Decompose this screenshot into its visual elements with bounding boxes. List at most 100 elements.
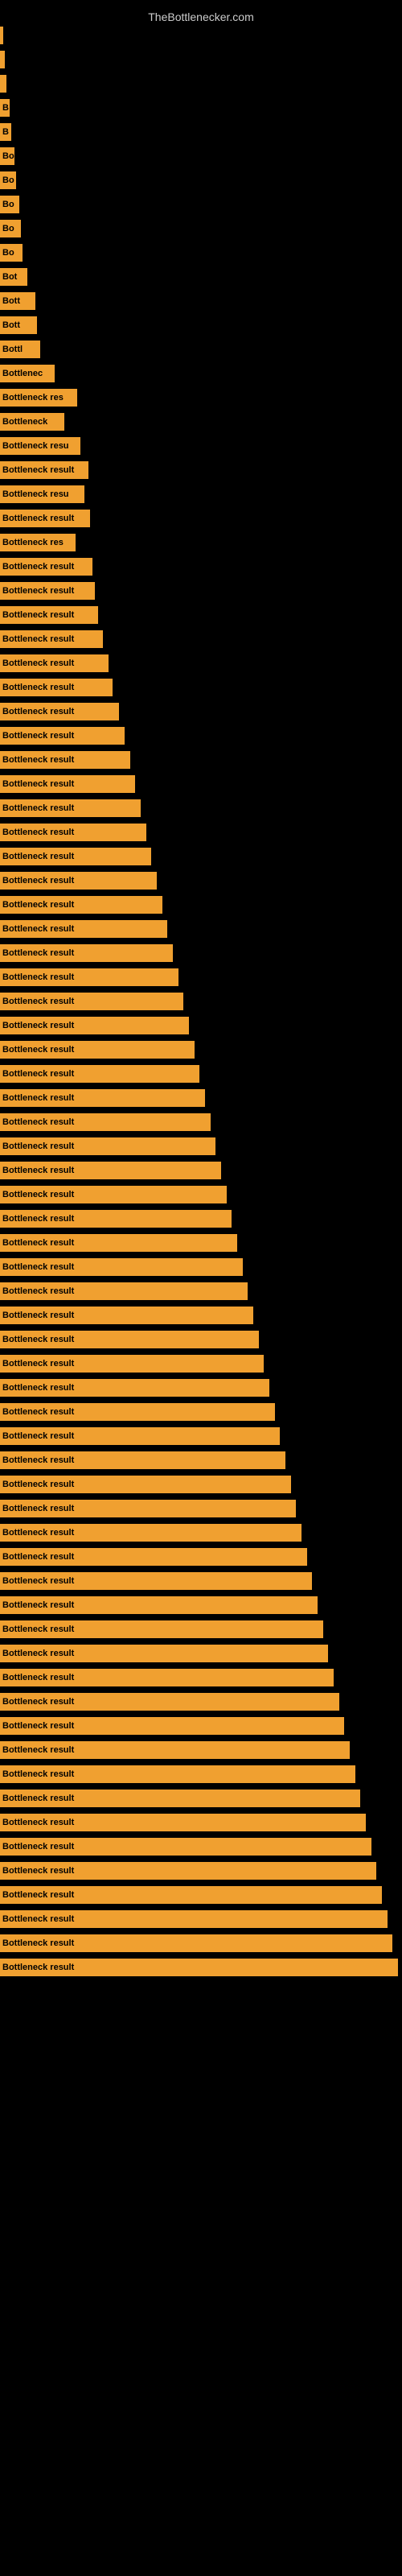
bar-row: Bottleneck result — [0, 1497, 402, 1520]
bar-label: Bottleneck result — [2, 876, 74, 886]
bar-row: Bottleneck result — [0, 1666, 402, 1689]
bar-item: Bottleneck result — [0, 920, 167, 938]
bar-item: Bottleneck result — [0, 510, 90, 527]
bar-item: B — [0, 123, 11, 141]
bar-row: Bottleneck result — [0, 749, 402, 771]
bar-label: Bottleneck result — [2, 1818, 74, 1827]
bar-row: Bottleneck result — [0, 1956, 402, 1979]
bar-label: Bottleneck result — [2, 1721, 74, 1731]
bar-item: Bo — [0, 196, 19, 213]
bar-label: Bottleneck result — [2, 1262, 74, 1272]
bar-row: Bottleneck result — [0, 869, 402, 892]
bar-label: Bottleneck result — [2, 1963, 74, 1972]
bar-item: Bottleneck result — [0, 582, 95, 600]
bar-label: Bottleneck result — [2, 1359, 74, 1368]
bar-row: B — [0, 97, 402, 119]
bar-item: Bottleneck result — [0, 558, 92, 576]
bar-row: Bottleneck result — [0, 966, 402, 989]
bar-item: Bottleneck result — [0, 1934, 392, 1952]
bar-item: Bo — [0, 171, 16, 189]
bar-label: Bottleneck result — [2, 1311, 74, 1320]
bars-container: BBBoBoBoBoBoBotBottBottBottlBottlenecBot… — [0, 24, 402, 1980]
bar-label: Bottleneck result — [2, 1866, 74, 1876]
bar-item: Bottleneck result — [0, 968, 178, 986]
bar-label: Bottleneck result — [2, 1117, 74, 1127]
bar-label: Bottleneck result — [2, 755, 74, 765]
bar-row: Bottleneck result — [0, 1401, 402, 1423]
bar-row: Bottleneck result — [0, 990, 402, 1013]
bar-row: Bottleneck result — [0, 845, 402, 868]
bar-label: Bottleneck result — [2, 1190, 74, 1199]
bar-item: Bottleneck result — [0, 944, 173, 962]
bar-row: Bottleneck result — [0, 1811, 402, 1834]
bar-label: Bottleneck result — [2, 1069, 74, 1079]
bar-label: Bottleneck result — [2, 683, 74, 692]
bar-label: Bottleneck result — [2, 1383, 74, 1393]
bar-label: Bottleneck result — [2, 731, 74, 741]
bar-label: Bottleneck result — [2, 779, 74, 789]
bar-item: Bottleneck result — [0, 1137, 215, 1155]
bar-item: Bottleneck result — [0, 1741, 350, 1759]
bar-item: Bottleneck result — [0, 1451, 285, 1469]
bar-item: Bottleneck result — [0, 703, 119, 720]
bar-label: Bottleneck result — [2, 803, 74, 813]
bar-item: Bottleneck result — [0, 727, 125, 745]
bar-row: Bottleneck result — [0, 1425, 402, 1447]
bar-label: Bottleneck result — [2, 1794, 74, 1803]
bar-row: Bottleneck result — [0, 1280, 402, 1302]
bar-item: Bottleneck result — [0, 1186, 227, 1203]
bar-row: Bottleneck result — [0, 773, 402, 795]
bar-row: Bo — [0, 217, 402, 240]
bar-item: Bottleneck result — [0, 1862, 376, 1880]
bar-label: Bottleneck result — [2, 1286, 74, 1296]
bar-label: Bo — [2, 224, 14, 233]
bar-row: Bottleneck result — [0, 1860, 402, 1882]
bar-label: Bottleneck result — [2, 1166, 74, 1175]
bar-item: Bottleneck result — [0, 1162, 221, 1179]
bar-row: Bottleneck result — [0, 1932, 402, 1955]
bar-row: Bottleneck result — [0, 1183, 402, 1206]
bar-row: Bottleneck result — [0, 1159, 402, 1182]
bar-item: Bottleneck result — [0, 679, 113, 696]
bar-row: Bottleneck result — [0, 1111, 402, 1133]
bar-item: Bottleneck result — [0, 1331, 259, 1348]
bar-item: Bottleneck result — [0, 1572, 312, 1590]
bar-item: Bottleneck result — [0, 1548, 307, 1566]
bar-label: Bottleneck result — [2, 1528, 74, 1538]
bar-item — [0, 27, 3, 44]
bar-row: Bottleneck result — [0, 604, 402, 626]
bar-item: Bottleneck result — [0, 1476, 291, 1493]
bar-label: Bott — [2, 296, 20, 306]
bar-label: Bottleneck — [2, 417, 47, 427]
bar-label: Bottleneck result — [2, 948, 74, 958]
bar-item: Bottleneck result — [0, 1379, 269, 1397]
bar-row: Bottleneck result — [0, 1908, 402, 1930]
bar-label: Bo — [2, 151, 14, 161]
bar-row: Bottleneck result — [0, 1787, 402, 1810]
bar-item: Bottleneck res — [0, 389, 77, 407]
bar-item: Bottleneck result — [0, 1765, 355, 1783]
bar-item: Bot — [0, 268, 27, 286]
bar-label: Bo — [2, 175, 14, 185]
bar-label: Bottleneck result — [2, 1624, 74, 1634]
bar-item: Bottleneck result — [0, 1669, 334, 1686]
bar-label: Bottleneck result — [2, 1141, 74, 1151]
bar-item: Bottleneck result — [0, 1403, 275, 1421]
bar-label: Bottleneck result — [2, 1455, 74, 1465]
bar-label: Bottleneck resu — [2, 441, 69, 451]
bar-label: Bot — [2, 272, 17, 282]
bar-item: Bottleneck result — [0, 1596, 318, 1614]
bar-label: Bottleneck result — [2, 1938, 74, 1948]
bar-row: Bottleneck result — [0, 1087, 402, 1109]
bar-row: Bottleneck result — [0, 1256, 402, 1278]
bar-label: Bottleneck resu — [2, 489, 69, 499]
bar-label: Bo — [2, 248, 14, 258]
bar-row: Bottleneck result — [0, 1352, 402, 1375]
bar-row: Bottleneck result — [0, 1570, 402, 1592]
bar-item: Bottleneck result — [0, 993, 183, 1010]
bar-label: Bo — [2, 200, 14, 209]
bar-label: Bottleneck result — [2, 1045, 74, 1055]
bar-label: Bottleneck result — [2, 1552, 74, 1562]
bar-row: Bottleneck result — [0, 1763, 402, 1785]
bar-item: Bo — [0, 147, 14, 165]
